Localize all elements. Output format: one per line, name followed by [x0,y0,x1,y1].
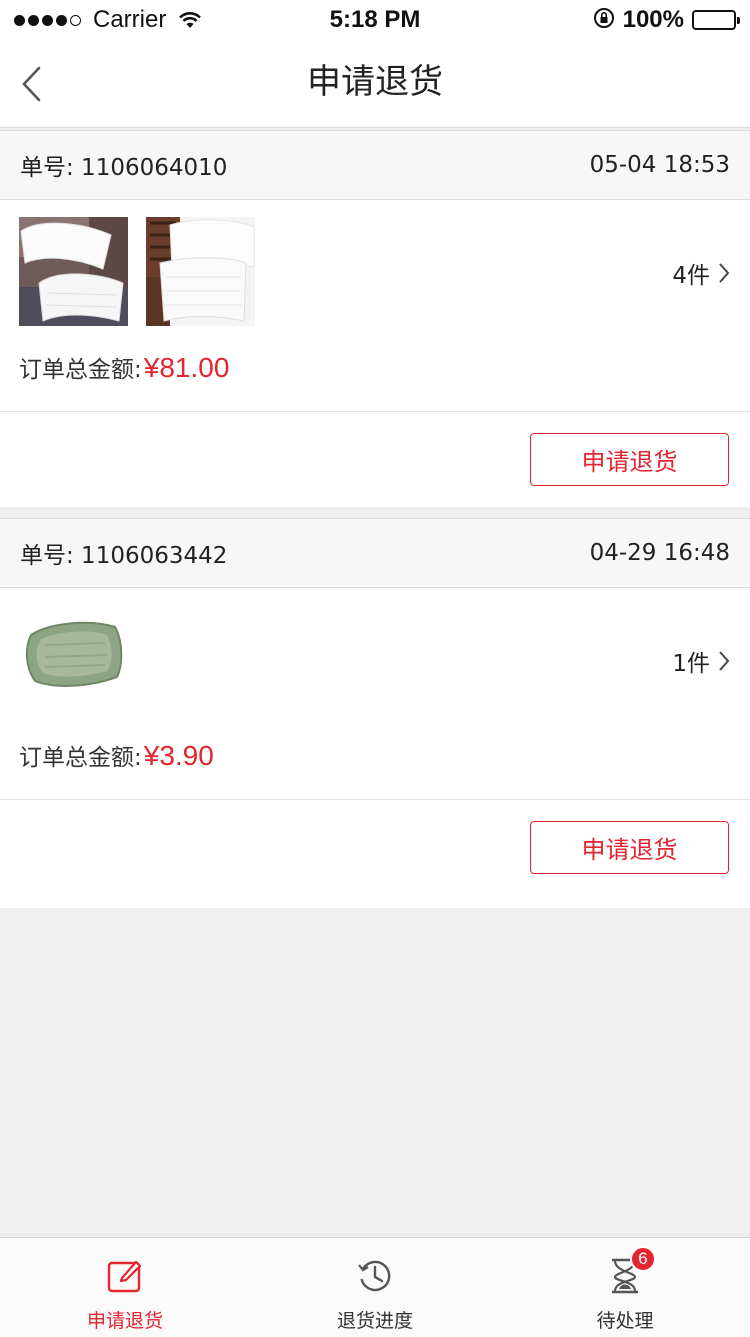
order-card: 单号: 1106063442 04-29 16:48 1件 订单总金额: ¥3.… [0,518,750,908]
status-bar: Carrier 5:18 PM 100% [0,0,750,40]
tab-return-progress[interactable]: 退货进度 [250,1238,500,1337]
tab-label: 退货进度 [336,1310,413,1332]
apply-return-button[interactable]: 申请退货 [530,433,729,486]
order-datetime: 05-04 18:53 [589,152,730,178]
order-actions: 申请退货 [0,800,750,895]
item-count-link[interactable]: 4件 [672,256,730,290]
page-title: 申请退货 [307,62,443,102]
order-total-amount: ¥81.00 [143,352,230,383]
tab-pending[interactable]: 6 待处理 [500,1238,750,1337]
product-image [19,605,128,714]
product-image [19,217,128,326]
hourglass-icon: 6 [608,1246,656,1296]
navigation-bar: 申请退货 [0,40,750,128]
tab-label: 待处理 [596,1310,654,1332]
order-datetime: 04-29 16:48 [589,540,730,566]
tab-label: 申请退货 [86,1310,163,1332]
apply-return-button[interactable]: 申请退货 [530,821,729,874]
order-total: 订单总金额: ¥3.90 [19,738,214,772]
order-total-label: 订单总金额: [19,745,142,771]
battery-icon [692,10,740,30]
signal-strength-icon [14,14,81,26]
wifi-icon [178,11,202,29]
order-items[interactable]: 1件 订单总金额: ¥3.90 [0,588,750,800]
tab-bar: 申请退货 退货进度 6 待处理 [0,1237,750,1337]
order-header: 单号: 1106063442 04-29 16:48 [0,518,750,588]
order-items[interactable]: 4件 订单总金额: ¥81.00 [0,200,750,412]
chevron-right-icon [719,263,730,283]
edit-icon [106,1256,144,1296]
order-card: 单号: 1106064010 05-04 18:53 4件 订单总金额: ¥81… [0,130,750,507]
order-total: 订单总金额: ¥81.00 [19,350,229,384]
order-header: 单号: 1106064010 05-04 18:53 [0,130,750,200]
order-number: 单号: 1106064010 [20,155,228,181]
carrier-name: Carrier [93,6,167,33]
tab-apply-return[interactable]: 申请退货 [0,1238,250,1337]
order-total-amount: ¥3.90 [143,740,214,771]
item-count: 4件 [672,263,710,289]
order-number: 单号: 1106063442 [20,543,228,569]
item-count: 1件 [672,651,710,677]
orientation-lock-icon [593,7,615,34]
battery-percentage: 100% [622,6,684,33]
chevron-right-icon [719,651,730,671]
pending-count-badge: 6 [630,1246,656,1272]
item-count-link[interactable]: 1件 [672,644,730,678]
product-image [146,217,255,326]
order-actions: 申请退货 [0,412,750,507]
order-total-label: 订单总金额: [19,357,142,383]
clock-history-icon [356,1256,394,1296]
